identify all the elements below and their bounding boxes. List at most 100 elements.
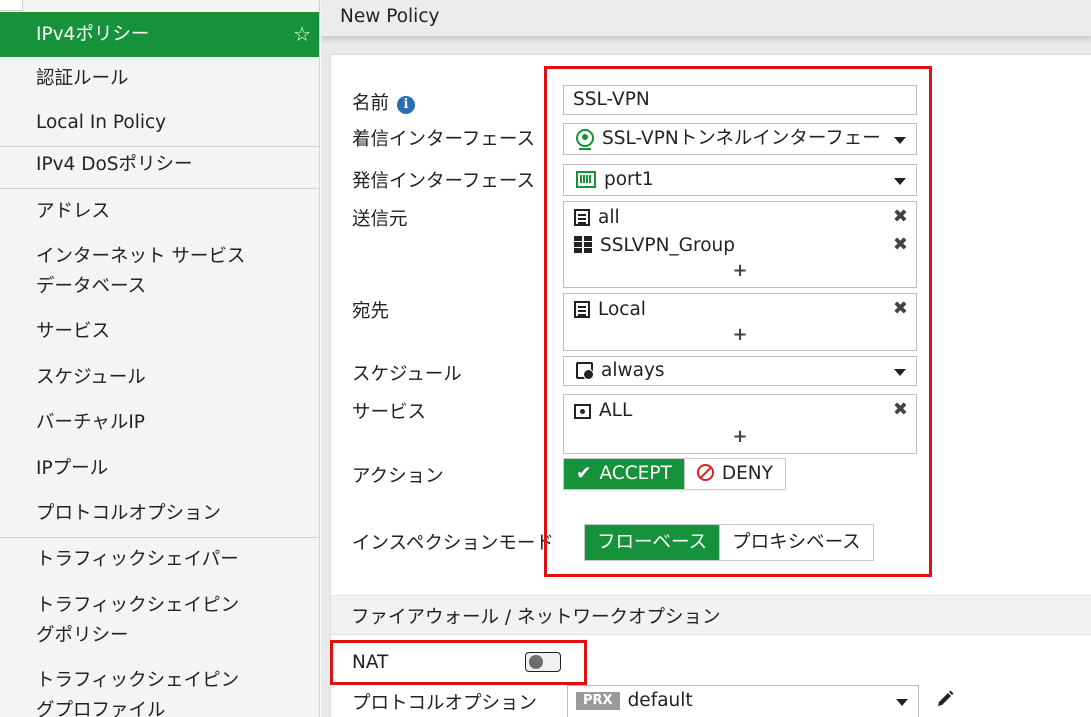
sidebar-item-virtual-ip[interactable]: バーチャルIP <box>0 408 319 438</box>
sidebar-item-protocol-options[interactable]: プロトコルオプション <box>0 499 319 529</box>
service-entry-value: ALL <box>599 400 633 421</box>
proxy-based-button[interactable]: プロキシベース <box>719 525 873 560</box>
star-icon[interactable]: ☆ <box>293 12 311 57</box>
source-entry-value: all <box>598 207 620 228</box>
sidebar-item-label: スケジュール <box>36 367 146 388</box>
check-icon: ✔ <box>576 463 592 484</box>
service-label: サービス <box>352 402 427 423</box>
source-entry[interactable]: SSLVPN_Group <box>574 234 735 258</box>
sidebar-item-label: グプロファイル <box>36 700 166 717</box>
remove-icon[interactable]: ✖ <box>893 298 908 319</box>
name-input[interactable]: SSL-VPN <box>563 85 917 115</box>
add-service-button[interactable]: + <box>564 426 916 447</box>
page-title: New Policy <box>340 6 440 27</box>
policy-form: 名前 i SSL-VPN 着信インターフェース SSL-VPNトンネルインターフェ… <box>330 54 1091 717</box>
sidebar-item-local-in-policy[interactable]: Local In Policy <box>0 108 319 138</box>
sidebar-top-strip <box>0 0 319 12</box>
deny-icon <box>696 464 714 481</box>
service-icon <box>574 404 591 419</box>
sidebar-item-traffic-shapers[interactable]: トラフィックシェイパー <box>0 545 319 575</box>
sidebar-item-label: アドレス <box>36 201 111 222</box>
nat-toggle[interactable] <box>525 652 561 672</box>
schedule-icon <box>576 362 594 380</box>
name-label: 名前 i <box>352 89 416 115</box>
schedule-select[interactable]: always <box>563 356 917 386</box>
sidebar-item-label: IPプール <box>36 458 109 479</box>
accept-button[interactable]: ✔ ACCEPT <box>564 459 684 489</box>
address-icon <box>574 209 590 226</box>
schedule-value: always <box>601 360 665 381</box>
sidebar-divider <box>0 188 319 189</box>
service-field[interactable]: ALL ✖ + <box>563 394 917 454</box>
sidebar-item-label: 認証ルール <box>36 68 129 89</box>
outgoing-interface-value: port1 <box>604 169 654 190</box>
sidebar-item-label: バーチャルIP <box>36 412 145 433</box>
ssl-vpn-tunnel-icon <box>576 129 594 150</box>
schedule-label: スケジュール <box>352 364 462 385</box>
sidebar-item-label: サービス <box>36 321 111 342</box>
sidebar-item-ipv4-dos-policy[interactable]: IPv4 DoSポリシー <box>0 150 319 180</box>
sidebar-item-label: トラフィックシェイパー <box>36 549 239 570</box>
pencil-icon[interactable] <box>935 689 955 709</box>
incoming-interface-select[interactable]: SSL-VPNトンネルインターフェー <box>563 123 917 155</box>
outgoing-interface-select[interactable]: port1 <box>563 164 917 196</box>
sidebar-item-label: プロトコルオプション <box>36 503 222 524</box>
deny-label: DENY <box>721 463 773 484</box>
source-entry[interactable]: all <box>574 206 620 230</box>
sidebar-item-traffic-shaping-profile[interactable]: トラフィックシェイピン グプロファイル <box>0 666 319 717</box>
source-field[interactable]: all ✖ SSLVPN_Group ✖ + <box>563 201 917 288</box>
destination-label: 宛先 <box>352 301 390 322</box>
outgoing-interface-label: 発信インターフェース <box>352 171 535 192</box>
inspection-mode-label: インスペクションモード <box>352 533 554 554</box>
sidebar-item-label: IPv4ポリシー <box>36 24 150 45</box>
chevron-down-icon <box>894 137 906 144</box>
name-value: SSL-VPN <box>573 89 650 110</box>
chevron-down-icon <box>894 178 906 185</box>
main-panel: New Policy 名前 i SSL-VPN 着信インターフェース SSL-VP… <box>321 0 1091 717</box>
protocol-options-select[interactable]: PRX default <box>567 685 919 717</box>
firewall-network-options-section[interactable]: ファイアウォール / ネットワークオプション <box>331 595 1091 635</box>
sidebar-item-auth-rules[interactable]: 認証ルール <box>0 64 319 94</box>
sidebar-item-addresses[interactable]: アドレス <box>0 197 319 227</box>
remove-icon[interactable]: ✖ <box>893 234 908 255</box>
inspection-mode-toggle-group: フローベース プロキシベース <box>584 524 874 561</box>
accept-label: ACCEPT <box>599 463 672 484</box>
add-destination-button[interactable]: + <box>564 324 916 345</box>
sidebar-item-internet-service-db[interactable]: インターネット サービス データベース <box>0 242 319 302</box>
source-label: 送信元 <box>352 209 408 230</box>
protocol-options-label: プロトコルオプション <box>352 693 538 714</box>
info-icon[interactable]: i <box>397 96 416 114</box>
flow-based-button[interactable]: フローベース <box>585 525 720 560</box>
incoming-interface-value: SSL-VPNトンネルインターフェー <box>602 128 881 149</box>
prx-badge: PRX <box>576 692 620 710</box>
sidebar-divider <box>0 146 319 147</box>
action-toggle-group: ✔ ACCEPT DENY <box>563 458 786 490</box>
sidebar-divider <box>0 537 319 538</box>
remove-icon[interactable]: ✖ <box>893 399 908 420</box>
remove-icon[interactable]: ✖ <box>893 206 908 227</box>
address-icon <box>574 301 590 318</box>
sidebar-item-services[interactable]: サービス <box>0 317 319 347</box>
add-source-button[interactable]: + <box>564 260 916 281</box>
sidebar: IPv4ポリシー ☆ 認証ルール Local In Policy IPv4 Do… <box>0 0 320 717</box>
action-label: アクション <box>352 466 444 487</box>
sidebar-item-ipv4-policy[interactable]: IPv4ポリシー ☆ <box>0 12 319 57</box>
service-entry[interactable]: ALL <box>574 399 632 423</box>
sidebar-item-label: Local In Policy <box>36 112 167 133</box>
destination-entry[interactable]: Local <box>574 298 646 322</box>
section-title: ファイアウォール / ネットワークオプション <box>351 607 721 628</box>
sidebar-item-label: IPv4 DoSポリシー <box>36 154 193 175</box>
source-entry-value: SSLVPN_Group <box>600 235 735 256</box>
destination-entry-value: Local <box>598 299 646 320</box>
protocol-options-value: default <box>627 690 693 711</box>
chevron-down-icon <box>896 699 908 706</box>
chevron-down-icon <box>894 369 906 376</box>
nat-label: NAT <box>352 652 389 673</box>
sidebar-item-ip-pools[interactable]: IPプール <box>0 454 319 484</box>
sidebar-item-schedules[interactable]: スケジュール <box>0 363 319 393</box>
sidebar-item-traffic-shaping-policy[interactable]: トラフィックシェイピン グポリシー <box>0 591 319 651</box>
deny-button[interactable]: DENY <box>683 459 785 489</box>
incoming-interface-label: 着信インターフェース <box>352 129 535 150</box>
sidebar-item-label: トラフィックシェイピン <box>36 670 240 691</box>
destination-field[interactable]: Local ✖ + <box>563 293 917 351</box>
